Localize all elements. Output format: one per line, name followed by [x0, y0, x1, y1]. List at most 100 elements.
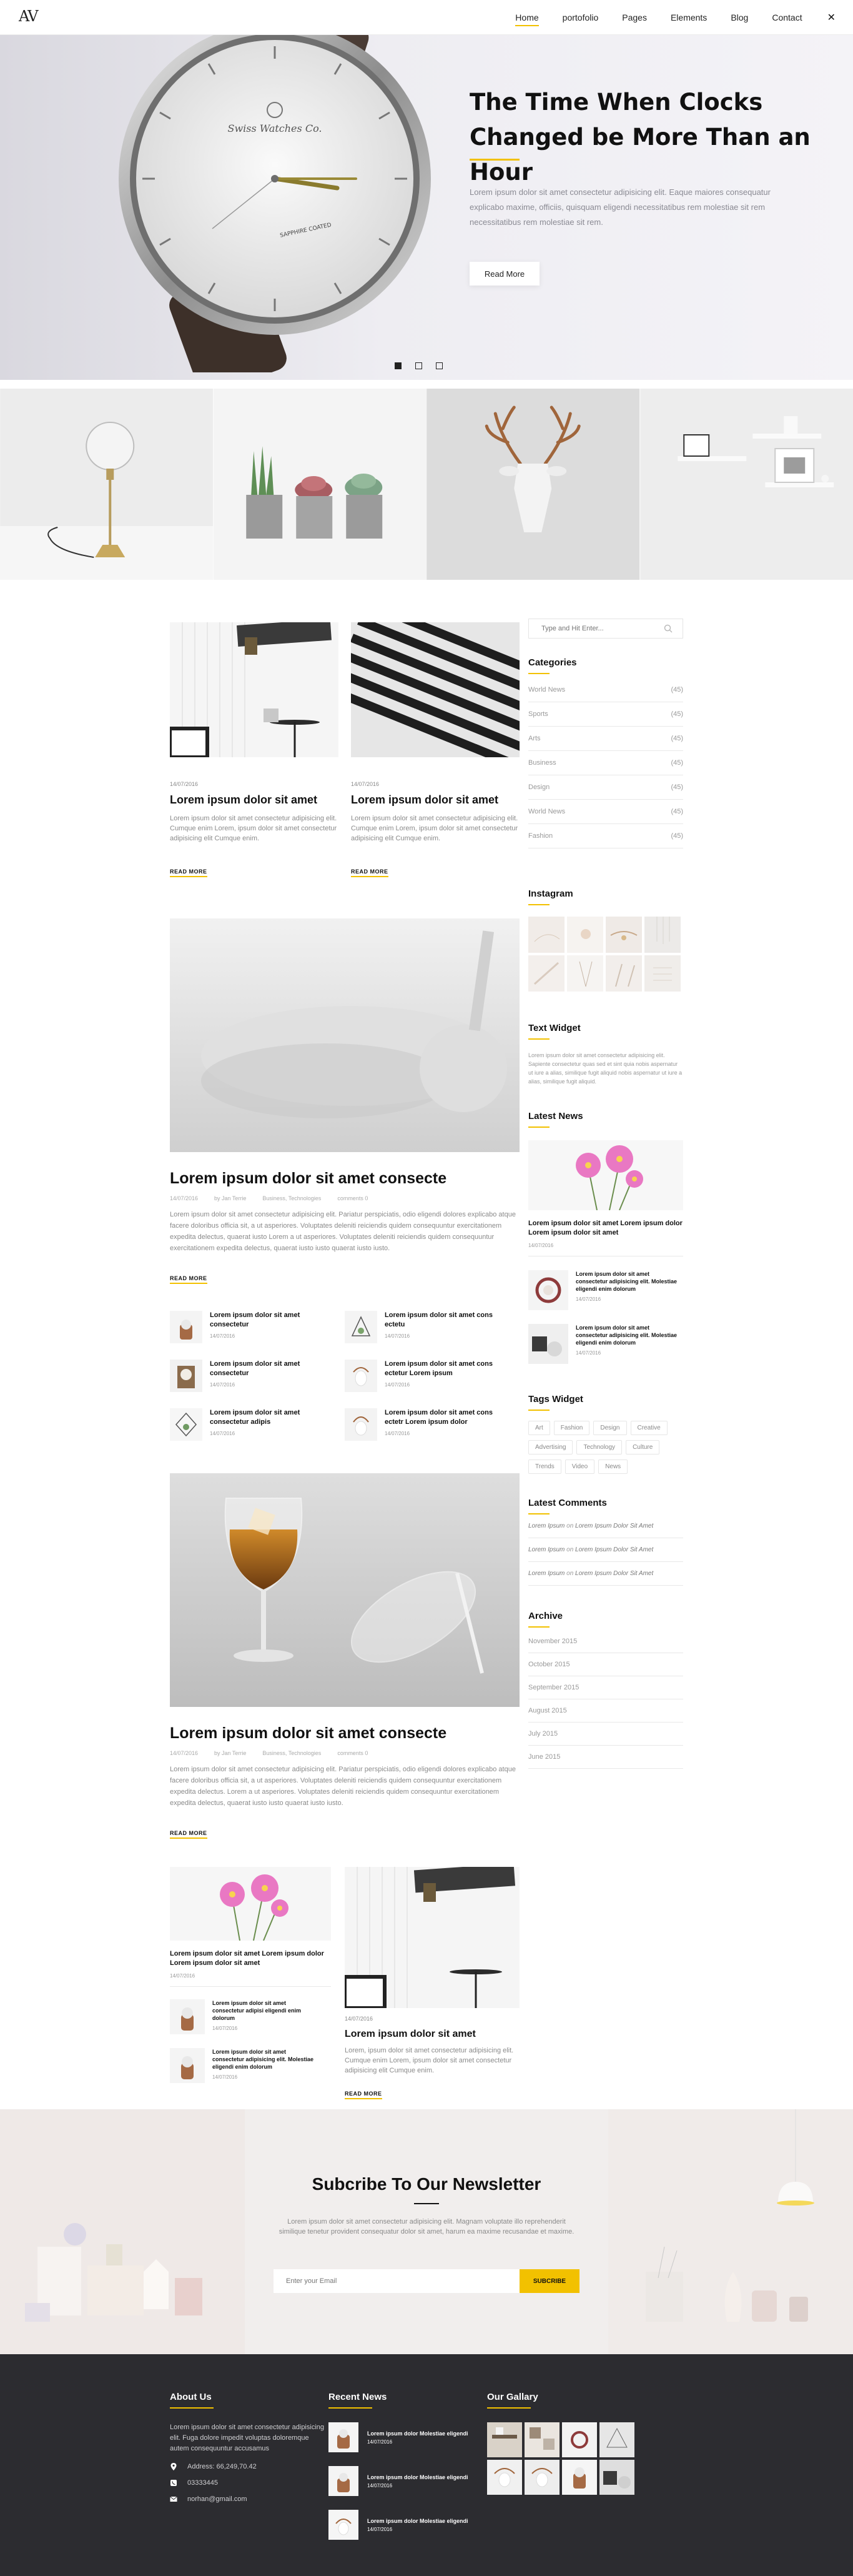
- nav-blog[interactable]: Blog: [731, 9, 748, 26]
- meta-category[interactable]: Business, Technologies: [262, 1750, 321, 1756]
- instagram-photo[interactable]: [644, 917, 681, 953]
- meta-comments[interactable]: comments 0: [337, 1750, 368, 1756]
- nav-contact[interactable]: Contact: [772, 9, 802, 26]
- slider-dot-2[interactable]: [415, 362, 422, 369]
- nav-portofolio[interactable]: portofolio: [563, 9, 599, 26]
- archive-item[interactable]: June 2015: [528, 1746, 683, 1769]
- meta-author[interactable]: by Jan Terrie: [214, 1195, 246, 1201]
- post-title[interactable]: Lorem ipsum dolor sit amet: [170, 792, 338, 807]
- tag-item[interactable]: Trends: [528, 1460, 561, 1474]
- nav-pages[interactable]: Pages: [622, 9, 647, 26]
- tag-item[interactable]: Art: [528, 1421, 550, 1435]
- footer-gallery-photo[interactable]: [487, 2460, 522, 2495]
- latest-news-item[interactable]: Lorem ipsum dolor sit amet consectetur a…: [528, 1324, 683, 1364]
- instagram-photo[interactable]: [567, 917, 603, 953]
- mini-post[interactable]: Lorem ipsum dolor sit amet cons ectetu 14…: [345, 1311, 520, 1343]
- gallery-shelves[interactable]: [639, 389, 853, 580]
- nav-elements[interactable]: Elements: [671, 9, 707, 26]
- footer-gallery-photo[interactable]: [599, 2422, 634, 2457]
- footer-gallery-photo[interactable]: [487, 2422, 522, 2457]
- archive-item[interactable]: September 2015: [528, 1676, 683, 1699]
- mini-post[interactable]: Lorem ipsum dolor sit amet consectetur a…: [170, 1408, 345, 1441]
- footer-phone-text[interactable]: 03333445: [187, 2479, 218, 2487]
- mini-post[interactable]: Lorem ipsum dolor sit amet cons ectetr L…: [345, 1408, 520, 1441]
- read-more-button[interactable]: Read More: [470, 262, 540, 286]
- footer-gallery-photo[interactable]: [562, 2460, 597, 2495]
- tag-item[interactable]: Fashion: [553, 1421, 590, 1435]
- post-thumb-1[interactable]: [170, 622, 338, 757]
- archive-item[interactable]: November 2015: [528, 1630, 683, 1653]
- bottom-list-item[interactable]: Lorem ipsum dolor sit amet consectetur a…: [170, 2048, 331, 2083]
- read-more-link[interactable]: READ MORE: [170, 868, 207, 877]
- bottom-post-thumb[interactable]: [345, 1867, 520, 2008]
- mini-post[interactable]: Lorem ipsum dolor sit amet cons ectetur …: [345, 1360, 520, 1392]
- slider-dot-1[interactable]: [395, 362, 402, 369]
- slider-dot-3[interactable]: [436, 362, 443, 369]
- archive-item[interactable]: July 2015: [528, 1723, 683, 1746]
- comment-item[interactable]: Lorem Ipsum on Lorem Ipsum Dolor Sit Ame…: [528, 1514, 683, 1538]
- category-item[interactable]: Business (45): [528, 751, 683, 775]
- archive-item[interactable]: August 2015: [528, 1699, 683, 1723]
- meta-comments[interactable]: comments 0: [337, 1195, 368, 1201]
- meta-author[interactable]: by Jan Terrie: [214, 1750, 246, 1756]
- site-logo[interactable]: AV: [19, 7, 39, 25]
- footer-gallery-photo[interactable]: [599, 2460, 634, 2495]
- footer-gallery-photo[interactable]: [525, 2460, 560, 2495]
- tag-item[interactable]: Design: [593, 1421, 627, 1435]
- archive-item[interactable]: October 2015: [528, 1653, 683, 1676]
- flower-feature-title[interactable]: Lorem ipsum dolor sit amet Lorem ipsum d…: [170, 1949, 331, 1968]
- tag-item[interactable]: Advertising: [528, 1440, 573, 1455]
- close-icon[interactable]: ✕: [827, 11, 836, 24]
- gallery-deer[interactable]: [426, 389, 640, 580]
- featured-title[interactable]: Lorem ipsum dolor sit amet consecte: [170, 1170, 520, 1188]
- latest-news-feature[interactable]: Lorem ipsum dolor sit amet Lorem ipsum d…: [528, 1140, 683, 1248]
- category-item[interactable]: Arts (45): [528, 727, 683, 751]
- read-more-link[interactable]: READ MORE: [345, 2091, 382, 2099]
- subscribe-button[interactable]: SUBCRIBE: [520, 2269, 579, 2293]
- footer-gallery-photo[interactable]: [525, 2422, 560, 2457]
- nav-home[interactable]: Home: [515, 9, 540, 26]
- read-more-link[interactable]: READ MORE: [170, 1275, 207, 1284]
- category-item[interactable]: Sports (45): [528, 702, 683, 727]
- mini-post[interactable]: Lorem ipsum dolor sit amet consectetur 14…: [170, 1360, 345, 1392]
- read-more-link[interactable]: READ MORE: [170, 1830, 207, 1839]
- footer-gallery-photo[interactable]: [562, 2422, 597, 2457]
- featured-image-2[interactable]: [170, 1473, 520, 1707]
- bottom-list-item[interactable]: Lorem ipsum dolor sit amet consectetur a…: [170, 1999, 331, 2034]
- tag-item[interactable]: Culture: [626, 1440, 660, 1455]
- instagram-photo[interactable]: [528, 917, 565, 953]
- instagram-photo[interactable]: [567, 955, 603, 992]
- post-title[interactable]: Lorem ipsum dolor sit amet: [345, 2027, 520, 2042]
- category-item[interactable]: Fashion (45): [528, 824, 683, 848]
- meta-category[interactable]: Business, Technologies: [262, 1195, 321, 1201]
- tag-item[interactable]: Creative: [630, 1421, 668, 1435]
- gallery-succulents[interactable]: [213, 389, 427, 580]
- category-item[interactable]: Design (45): [528, 775, 683, 800]
- email-field[interactable]: [274, 2269, 520, 2293]
- comment-item[interactable]: Lorem Ipsum on Lorem Ipsum Dolor Sit Ame…: [528, 1562, 683, 1586]
- comment-item[interactable]: Lorem Ipsum on Lorem Ipsum Dolor Sit Ame…: [528, 1538, 683, 1562]
- footer-news-item[interactable]: Lorem ipsum dolor Molestiae eligendi 14/0…: [328, 2422, 468, 2452]
- featured-title[interactable]: Lorem ipsum dolor sit amet consecte: [170, 1724, 520, 1743]
- mini-post[interactable]: Lorem ipsum dolor sit amet consectetur 14…: [170, 1311, 345, 1343]
- tag-item[interactable]: Video: [565, 1460, 595, 1474]
- instagram-photo[interactable]: [644, 955, 681, 992]
- flower-thumb[interactable]: [170, 1867, 331, 1941]
- featured-image-1[interactable]: [170, 918, 520, 1152]
- gallery-lamp[interactable]: [0, 389, 214, 580]
- tag-item[interactable]: News: [598, 1460, 628, 1474]
- footer-news-item[interactable]: Lorem ipsum dolor Molestiae eligendi 14/0…: [328, 2466, 468, 2496]
- post-thumb-2[interactable]: [351, 622, 520, 757]
- search-input[interactable]: [529, 619, 683, 638]
- latest-news-item[interactable]: Lorem ipsum dolor sit amet consectetur a…: [528, 1270, 683, 1310]
- footer-email-text[interactable]: norhan@gmail.com: [187, 2495, 247, 2503]
- instagram-photo[interactable]: [528, 955, 565, 992]
- instagram-photo[interactable]: [606, 917, 642, 953]
- instagram-photo[interactable]: [606, 955, 642, 992]
- category-item[interactable]: World News (45): [528, 800, 683, 824]
- tag-item[interactable]: Technology: [576, 1440, 623, 1455]
- post-title[interactable]: Lorem ipsum dolor sit amet: [351, 792, 520, 807]
- footer-news-item[interactable]: Lorem ipsum dolor Molestiae eligendi 14/0…: [328, 2510, 468, 2540]
- search-icon[interactable]: [664, 624, 673, 633]
- read-more-link[interactable]: READ MORE: [351, 868, 388, 877]
